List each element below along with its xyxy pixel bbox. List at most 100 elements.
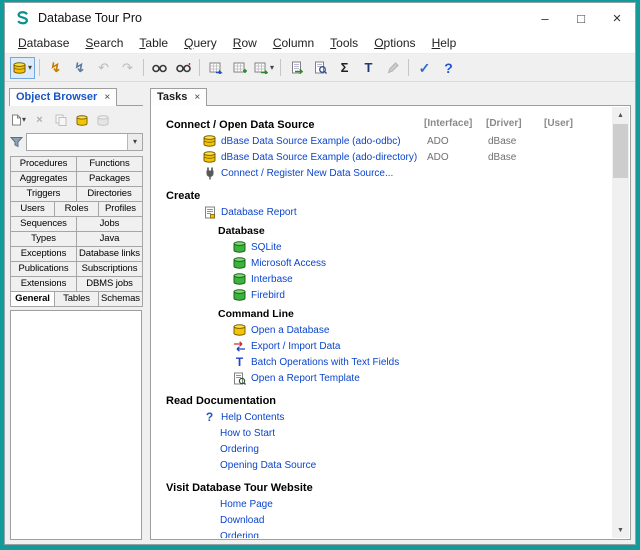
menu-tools[interactable]: Tools <box>322 34 366 52</box>
category-java[interactable]: Java <box>76 231 143 247</box>
create-section-header: Create <box>166 187 611 204</box>
how-to-start-link[interactable]: How to Start <box>220 428 275 439</box>
menu-search[interactable]: Search <box>77 34 131 52</box>
datasource-link[interactable]: dBase Data Source Example (ado-odbc) <box>221 136 401 147</box>
redo-button[interactable]: ↷ <box>116 57 139 79</box>
menu-database[interactable]: Database <box>10 34 77 52</box>
execute-query-button[interactable]: ↯ <box>44 57 67 79</box>
opening-data-source-link[interactable]: Opening Data Source <box>220 460 316 471</box>
database-report-link[interactable]: Database Report <box>221 207 297 218</box>
export-data-button[interactable]: ▾ <box>252 57 276 79</box>
menu-query[interactable]: Query <box>176 34 225 52</box>
tab-object-browser[interactable]: Object Browser × <box>9 88 118 106</box>
copy-table-button[interactable] <box>228 57 251 79</box>
create-database-row: Firebird <box>166 287 611 303</box>
window-title: Database Tour Pro <box>38 11 142 25</box>
category-roles[interactable]: Roles <box>54 201 99 217</box>
minimize-button[interactable]: – <box>527 3 563 33</box>
ordering-link[interactable]: Ordering <box>220 531 259 539</box>
category-extensions[interactable]: Extensions <box>10 276 77 292</box>
execute-script-button[interactable]: ↯ <box>68 57 91 79</box>
object-list[interactable] <box>10 310 142 540</box>
category-dbms-jobs[interactable]: DBMS jobs <box>76 276 143 292</box>
category-aggregates[interactable]: Aggregates <box>10 171 77 187</box>
help-contents-link[interactable]: Help Contents <box>221 412 284 423</box>
menu-row[interactable]: Row <box>225 34 265 52</box>
open-report-template-link[interactable]: Open a Report Template <box>251 373 360 384</box>
scroll-up-button[interactable]: ▲ <box>612 107 629 123</box>
edit-button[interactable] <box>381 57 404 79</box>
category-schemas[interactable]: Schemas <box>98 291 143 307</box>
ordering-doc-link[interactable]: Ordering <box>220 444 259 455</box>
command-line-row: T Batch Operations with Text Fields <box>166 354 611 370</box>
new-object-button[interactable]: ▾ <box>10 112 27 129</box>
help-button[interactable]: ? <box>437 57 460 79</box>
create-access-link[interactable]: Microsoft Access <box>251 258 326 269</box>
category-packages[interactable]: Packages <box>76 171 143 187</box>
command-line-row: Open a Database <box>166 322 611 338</box>
category-functions[interactable]: Functions <box>76 156 143 172</box>
section-title: Create <box>166 189 201 202</box>
undo-button[interactable]: ↶ <box>92 57 115 79</box>
download-link[interactable]: Download <box>220 515 264 526</box>
maximize-button[interactable]: □ <box>563 3 599 33</box>
scrollbar-thumb[interactable] <box>613 124 628 178</box>
category-triggers[interactable]: Triggers <box>10 186 77 202</box>
refresh-objects-button[interactable] <box>94 112 111 129</box>
sum-button[interactable]: Σ <box>333 57 356 79</box>
close-button[interactable]: × <box>599 3 635 33</box>
text-fields-button[interactable]: T <box>357 57 380 79</box>
combo-dropdown-button[interactable]: ▾ <box>127 134 142 150</box>
vertical-scrollbar[interactable]: ▲ ▼ <box>612 107 629 538</box>
menu-options[interactable]: Options <box>366 34 423 52</box>
batch-operations-link[interactable]: Batch Operations with Text Fields <box>251 357 399 368</box>
main-area: Object Browser × ▾ × ▾ Procedures Functi… <box>5 82 635 544</box>
category-database-links[interactable]: Database links <box>76 246 143 262</box>
object-filter-combobox[interactable]: ▾ <box>26 133 143 151</box>
find-button[interactable] <box>148 57 171 79</box>
category-types[interactable]: Types <box>10 231 77 247</box>
sigma-icon: Σ <box>340 60 349 75</box>
category-tables[interactable]: Tables <box>54 291 99 307</box>
create-interbase-link[interactable]: Interbase <box>251 274 293 285</box>
datasource-row: dBase Data Source Example (ado-odbc) ADO… <box>166 133 611 149</box>
category-general[interactable]: General <box>10 291 55 307</box>
category-exceptions[interactable]: Exceptions <box>10 246 77 262</box>
datasource-link[interactable]: dBase Data Source Example (ado-directory… <box>221 152 417 163</box>
category-directories[interactable]: Directories <box>76 186 143 202</box>
category-subscriptions[interactable]: Subscriptions <box>76 261 143 277</box>
close-icon[interactable]: × <box>194 92 200 103</box>
register-datasource-link[interactable]: Connect / Register New Data Source... <box>221 168 393 179</box>
scroll-down-button[interactable]: ▼ <box>612 522 629 538</box>
menu-column[interactable]: Column <box>265 34 322 52</box>
website-row: Home Page <box>166 496 611 512</box>
category-publications[interactable]: Publications <box>10 261 77 277</box>
copy-object-button[interactable] <box>52 112 69 129</box>
category-users[interactable]: Users <box>10 201 55 217</box>
create-firebird-link[interactable]: Firebird <box>251 290 285 301</box>
open-database-link[interactable]: Open a Database <box>251 325 329 336</box>
category-profiles[interactable]: Profiles <box>98 201 143 217</box>
menu-table[interactable]: Table <box>131 34 176 52</box>
close-icon[interactable]: × <box>104 92 110 103</box>
export-import-link[interactable]: Export / Import Data <box>251 341 340 352</box>
category-jobs[interactable]: Jobs <box>76 216 143 232</box>
validate-data-button[interactable]: ✓ <box>413 57 436 79</box>
register-datasource-row: Connect / Register New Data Source... <box>166 165 611 181</box>
print-preview-button[interactable] <box>309 57 332 79</box>
menu-help[interactable]: Help <box>424 34 465 52</box>
import-data-button[interactable] <box>204 57 227 79</box>
tab-tasks[interactable]: Tasks × <box>150 88 208 106</box>
titlebar[interactable]: Database Tour Pro – □ × <box>5 3 635 33</box>
category-procedures[interactable]: Procedures <box>10 156 77 172</box>
find-in-data-button[interactable] <box>172 57 195 79</box>
delete-object-button[interactable]: × <box>31 112 48 129</box>
databases-button[interactable] <box>73 112 90 129</box>
database-icon <box>76 114 87 126</box>
create-sqlite-link[interactable]: SQLite <box>251 242 282 253</box>
create-database-row: Interbase <box>166 271 611 287</box>
home-page-link[interactable]: Home Page <box>220 499 273 510</box>
export-file-button[interactable] <box>285 57 308 79</box>
category-sequences[interactable]: Sequences <box>10 216 77 232</box>
open-data-source-button[interactable]: ▾ <box>10 56 36 79</box>
